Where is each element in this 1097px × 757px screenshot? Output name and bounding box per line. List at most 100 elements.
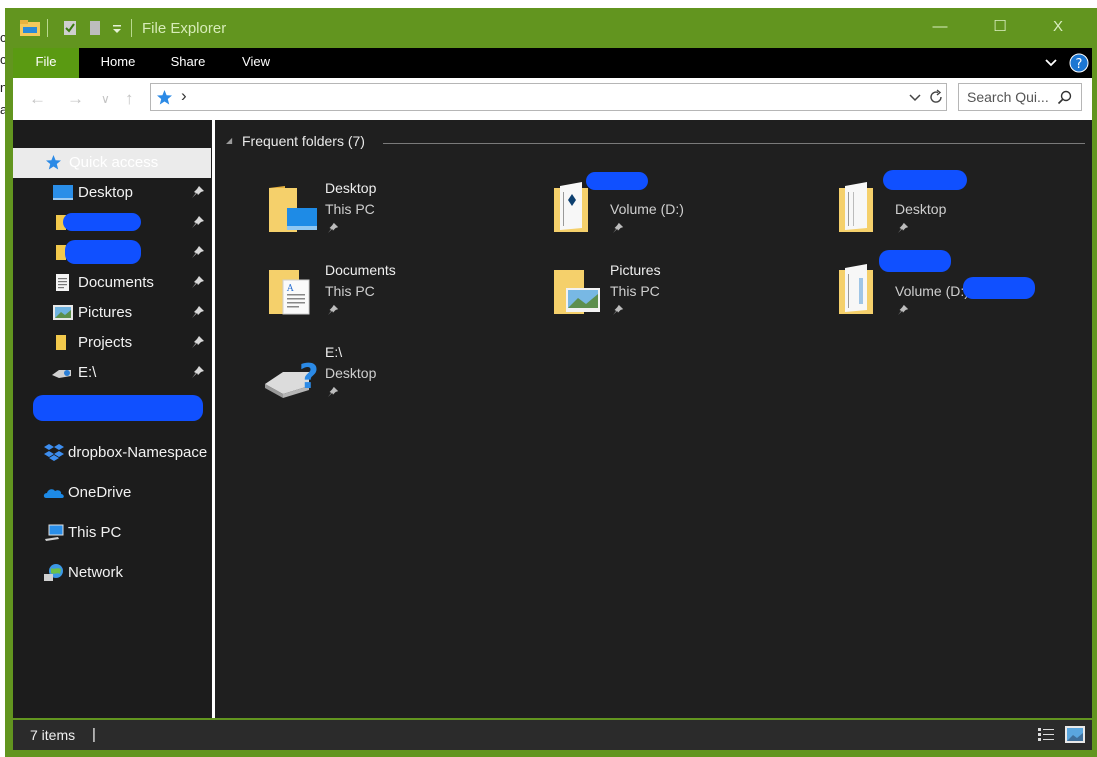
separator-icon [47,19,48,37]
pin-icon[interactable] [191,365,205,379]
address-row: ← → ∨ ↑ › Search Qui... [13,78,1092,120]
customize-toolbar-icon[interactable] [111,18,123,38]
content-pane: ◢ Frequent folders (7) Desktop This PC V… [215,120,1092,718]
search-box[interactable]: Search Qui... [958,83,1082,111]
drive-icon [52,370,71,378]
address-bar[interactable]: › [150,83,947,111]
help-icon[interactable]: ? [1069,53,1089,73]
search-placeholder: Search Qui... [967,89,1049,105]
sidebar-item-onedrive[interactable]: OneDrive [13,478,211,508]
redaction-scribble [63,213,141,231]
ribbon-tabs: File Home Share View ? [13,48,1092,78]
navigation-pane[interactable]: Quick access Desktop Documents Pictures … [13,120,211,718]
pictures-icon [53,305,73,320]
title-bar[interactable]: File Explorer — ☐ X [5,8,1097,48]
recent-locations-icon[interactable]: ∨ [101,92,110,106]
pin-icon[interactable] [191,275,205,289]
pin-icon [897,304,909,316]
pin-icon [612,222,624,234]
tab-home[interactable]: Home [93,48,143,78]
folder-files-icon [839,182,873,232]
search-icon[interactable] [1057,90,1072,105]
tile-redacted-folder[interactable]: Desktop [833,170,1097,250]
sidebar-item-label: Quick access [69,154,159,171]
refresh-icon[interactable] [928,89,944,105]
desktop-icon [53,185,73,200]
sidebar-item-drive-e[interactable]: E:\ [13,358,211,388]
item-count: 7 items [30,727,76,743]
new-folder-icon[interactable] [88,18,102,38]
sidebar-item-label: E:\ [78,364,97,381]
large-icons-view-icon[interactable] [1065,726,1085,743]
sidebar-item-label: This PC [68,524,122,541]
sidebar-item-this-pc[interactable]: This PC [13,518,211,548]
tile-pictures[interactable]: Pictures This PC [548,260,828,332]
tile-name: Pictures [610,262,661,278]
redaction-scribble [879,250,951,272]
sidebar-item-quick-access[interactable]: Quick access [13,148,211,178]
minimize-button[interactable]: — [917,8,963,48]
group-header[interactable]: Frequent folders (7) [242,133,365,149]
maximize-button[interactable]: ☐ [977,8,1023,48]
forward-arrow-icon[interactable]: → [67,89,84,109]
sidebar-item-label: Pictures [78,304,133,321]
chevron-down-icon[interactable] [1044,56,1058,70]
tab-view[interactable]: View [231,48,281,78]
sidebar-item-label: Projects [78,334,133,351]
pin-icon[interactable] [191,335,205,349]
sidebar-item-label: dropbox-Namespace [68,444,208,461]
tile-drive-e[interactable]: ? E:\ Desktop [263,342,543,414]
folder-app-icon [20,20,40,36]
redaction-scribble [586,172,648,190]
tab-file[interactable]: File [13,48,79,78]
tab-share[interactable]: Share [163,48,213,78]
tile-location: Desktop [325,365,377,381]
tile-name: Documents [325,262,396,278]
tile-redacted-folder[interactable]: Volume (D:) [833,250,1097,332]
network-icon [44,564,63,581]
sidebar-item-dropbox[interactable]: dropbox-Namespace [13,438,211,468]
sidebar-item-label: Desktop [78,184,134,201]
pin-icon[interactable] [191,215,205,229]
tile-redacted-folder[interactable]: Volume (D:) [548,172,828,250]
close-button[interactable]: X [1035,8,1081,48]
sidebar-item-redacted-folder[interactable] [13,238,211,268]
breadcrumb-separator[interactable]: › [181,86,187,106]
up-arrow-icon[interactable]: ↑ [125,89,134,109]
tile-desktop[interactable]: Desktop This PC [263,178,543,250]
this-pc-icon [45,524,64,541]
star-icon [157,90,172,105]
pin-icon[interactable] [191,245,205,259]
onedrive-icon [43,489,64,498]
svg-text:?: ? [299,357,319,397]
sidebar-item-projects[interactable]: Projects [13,328,211,358]
pin-icon[interactable] [191,305,205,319]
dropbox-icon [44,444,64,461]
sidebar-item-desktop[interactable]: Desktop [13,178,211,208]
sidebar-item-label: Network [68,564,124,581]
sidebar-item-pictures[interactable]: Pictures [13,298,211,328]
collapse-group-icon[interactable]: ◢ [226,136,232,145]
documents-folder-icon: A [269,270,310,315]
back-arrow-icon[interactable]: ← [29,89,46,109]
properties-icon[interactable] [62,18,78,38]
pin-icon[interactable] [191,185,205,199]
details-view-icon[interactable] [1037,727,1055,742]
sidebar-item-redacted-folder[interactable] [13,208,211,238]
group-divider [383,143,1085,144]
main-area: Quick access Desktop Documents Pictures … [13,120,1092,718]
tile-documents[interactable]: A Documents This PC [263,260,543,332]
tile-location: Volume (D:) [895,283,969,299]
address-dropdown-icon[interactable] [909,92,921,104]
tile-location: This PC [325,201,375,217]
tile-name: E:\ [325,344,343,360]
status-bar: 7 items | [13,720,1092,750]
redaction-scribble [963,277,1035,299]
pin-icon [327,304,339,316]
pin-icon [327,222,339,234]
sidebar-item-network[interactable]: Network [13,558,211,588]
sidebar-item-documents[interactable]: Documents [13,268,211,298]
redaction-scribble [65,240,141,264]
svg-text:?: ? [1076,57,1083,72]
pin-icon [327,386,339,398]
